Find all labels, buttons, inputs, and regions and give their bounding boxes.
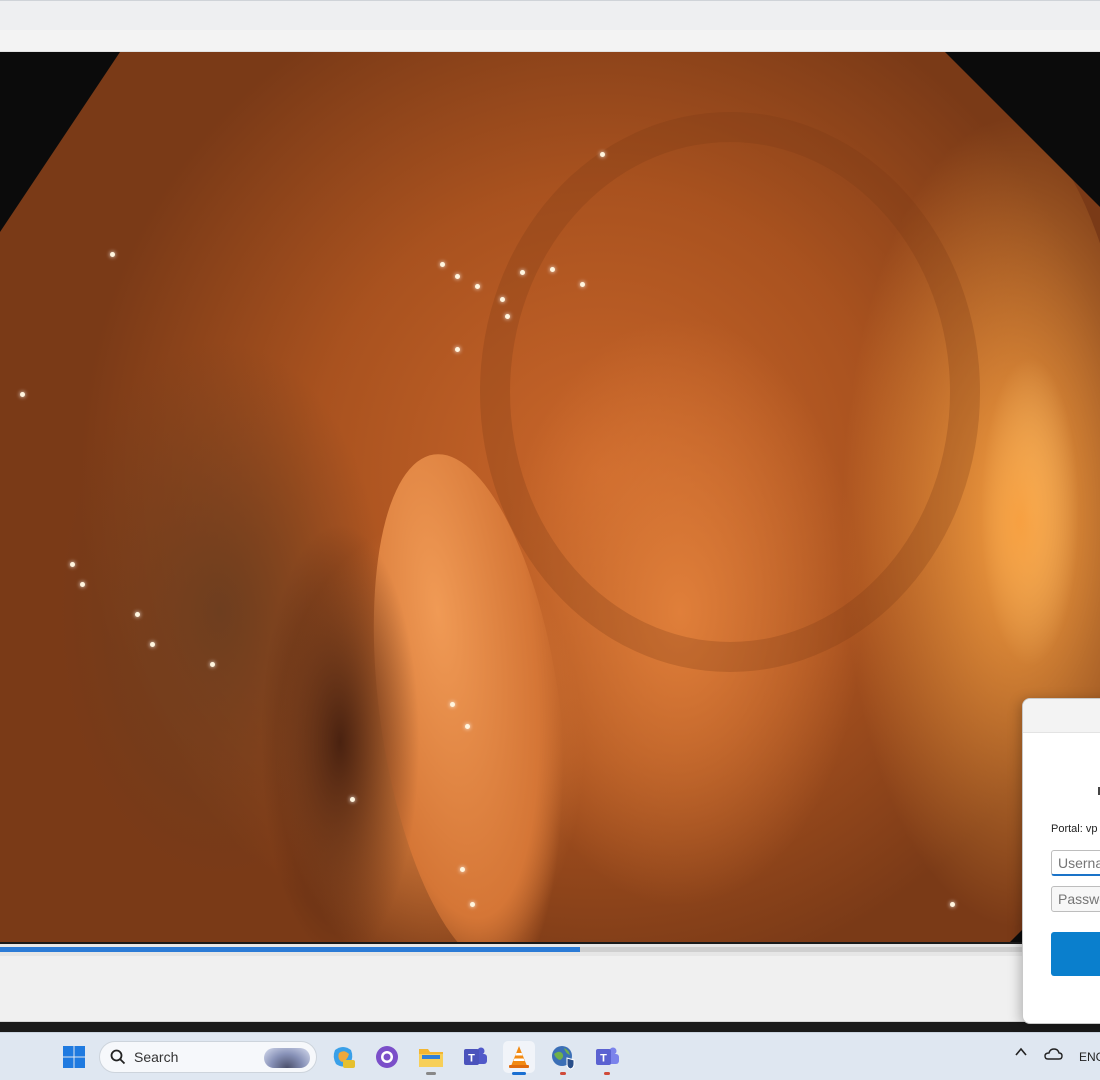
desktop: Portal: vp Search [0,0,1100,1080]
video-frame[interactable] [0,52,1100,942]
highlight [110,252,115,257]
cloud-icon [1044,1048,1063,1060]
highlight [950,902,955,907]
vlc-cone-icon [509,1046,529,1068]
endoscopy-image [0,52,1100,942]
dark-lumen [260,522,420,942]
seek-track[interactable] [0,947,1100,952]
password-input[interactable] [1051,886,1100,912]
chevron-up-icon [1015,1047,1027,1056]
highlight [500,297,505,302]
taskbar: Search T T EN [0,1032,1100,1080]
notification-indicator [604,1072,610,1075]
connect-button[interactable] [1051,932,1100,976]
colon-wall-shadow [480,112,980,672]
highlight [80,582,85,587]
highlight [455,347,460,352]
tray-overflow-button[interactable] [1014,1045,1028,1062]
highlight [475,284,480,289]
highlight [580,282,585,287]
vlc-app[interactable] [503,1041,535,1075]
highlight [150,642,155,647]
player-controls-area [0,956,1100,1022]
active-indicator [512,1072,526,1075]
window-title-bar [0,0,1100,30]
start-button[interactable] [58,1041,90,1073]
seek-progress [0,947,580,952]
vpn-globe-app[interactable] [547,1041,579,1075]
svg-text:T: T [468,1053,475,1065]
window-menu-bar [0,30,1100,52]
vpn-login-dialog: Portal: vp [1022,698,1100,1024]
globe-shield-icon [552,1046,575,1070]
teams-icon: T [596,1047,619,1065]
highlight [440,262,445,267]
search-placeholder: Search [134,1049,179,1065]
running-indicator [426,1072,436,1075]
seek-bar[interactable] [0,944,1100,956]
language-indicator[interactable]: ENG [1079,1050,1100,1064]
dialog-title-bar [1023,699,1100,733]
folder-icon [419,1049,443,1067]
highlight [465,724,470,729]
username-input[interactable] [1051,850,1100,876]
notification-indicator [560,1072,566,1075]
teams-icon: T [464,1047,487,1065]
highlight [470,902,475,907]
highlight [70,562,75,567]
teams-app[interactable]: T [591,1041,623,1075]
portal-label: Portal: vp [1051,823,1098,835]
highlight [550,267,555,272]
copilot-icon [333,1047,355,1068]
highlight [210,662,215,667]
highlight [520,270,525,275]
highlight [455,274,460,279]
svg-text:T: T [600,1053,607,1065]
search-highlight-art [264,1048,310,1068]
taskbar-search[interactable]: Search [99,1041,317,1073]
highlight [505,314,510,319]
github-icon [376,1046,398,1068]
copilot-pre-app[interactable] [327,1041,359,1073]
highlight [460,867,465,872]
highlight [20,392,25,397]
file-explorer-app[interactable] [415,1041,447,1075]
github-desktop-app[interactable] [371,1041,403,1073]
windows-logo-icon [63,1046,85,1068]
highlight [600,152,605,157]
highlight [135,612,140,617]
search-icon [110,1049,126,1065]
teams-work-app[interactable]: T [459,1041,491,1073]
onedrive-tray[interactable] [1043,1047,1063,1064]
highlight [350,797,355,802]
highlight [450,702,455,707]
